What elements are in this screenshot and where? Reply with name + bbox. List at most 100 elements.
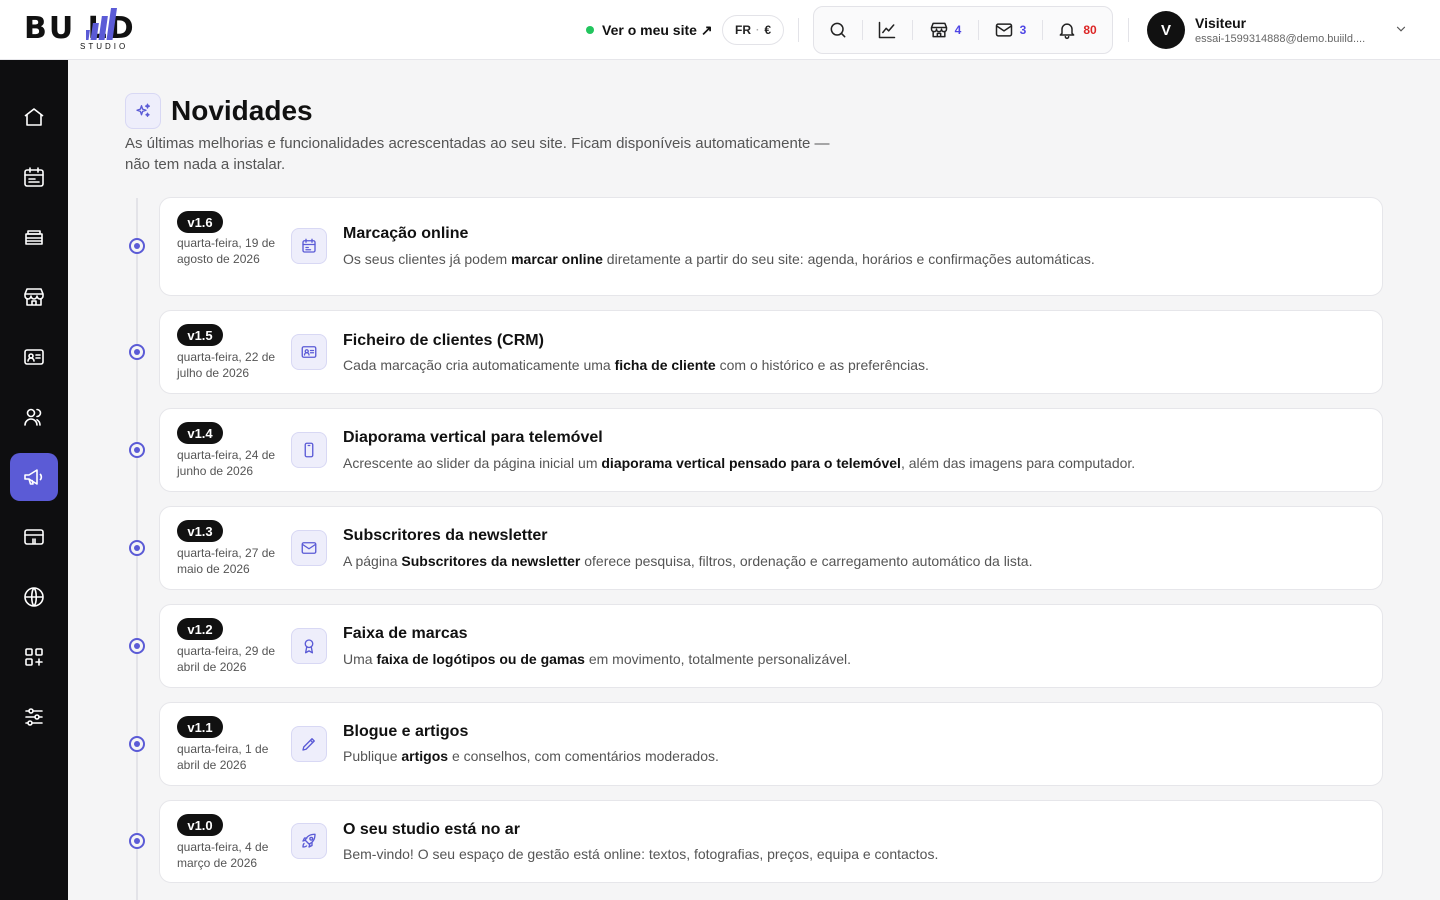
users-icon	[24, 408, 42, 426]
messages-button[interactable]: 3	[978, 6, 1042, 54]
release-description: Publique artigos e conselhos, com coment…	[343, 748, 719, 764]
id-card-icon	[24, 349, 44, 365]
release-date: quarta-feira, 4 de março de 2026	[177, 840, 269, 870]
pencil-icon	[302, 738, 315, 751]
apps-add-icon	[25, 648, 43, 666]
sidebar-item-calendar[interactable]	[10, 153, 58, 201]
desc-highlight: Subscritores da newsletter	[401, 553, 581, 569]
desc-text: Cada marcação cria automaticamente uma	[343, 357, 615, 373]
feature-icon-badge	[291, 228, 327, 264]
user-name: Visiteur	[1195, 15, 1247, 31]
avatar: V	[1147, 11, 1185, 49]
sidebar-item-store[interactable]	[10, 273, 58, 321]
stores-button[interactable]: 4	[912, 6, 978, 54]
release-card: v1.3 quarta-feira, 27 de maio de 2026 Su…	[159, 506, 1383, 590]
sidebar-item-team[interactable]	[10, 393, 58, 441]
award-icon	[304, 639, 314, 654]
user-menu[interactable]: V Visiteur essai-1599314888@demo.buiild.…	[1147, 11, 1365, 49]
desc-highlight: ficha de cliente	[614, 357, 716, 373]
calendar-icon	[302, 238, 316, 253]
release-description: Cada marcação cria automaticamente uma f…	[343, 357, 929, 373]
messages-count: 3	[1019, 23, 1027, 37]
desc-text: e conselhos, com comentários moderados.	[448, 748, 719, 764]
release-title: Blogue e artigos	[343, 723, 469, 740]
feature-icon-badge	[291, 530, 327, 566]
search-button[interactable]	[814, 6, 862, 54]
build-studio-logo[interactable]: BU LD STUDIO	[24, 8, 182, 52]
user-info: Visiteur essai-1599314888@demo.buiild...…	[1195, 15, 1365, 45]
sidebar-item-settings[interactable]	[10, 693, 58, 741]
view-site-label: Ver o meu site ↗	[602, 21, 713, 38]
desc-highlight: artigos	[401, 748, 449, 764]
desc-text: oferece pesquisa, filtros, ordenação e c…	[580, 553, 1033, 569]
release-title: Diaporama vertical para telemóvel	[343, 429, 603, 446]
sparkles-badge	[125, 93, 161, 129]
release-description: Acrescente ao slider da página inicial u…	[343, 455, 1135, 471]
store-icon	[930, 22, 947, 38]
view-site-link[interactable]: Ver o meu site ↗	[586, 20, 713, 40]
sidebar-item-apps[interactable]	[10, 633, 58, 681]
logo-subtitle: STUDIO	[80, 42, 129, 51]
desc-highlight: diaporama vertical pensado para o telemó…	[601, 455, 901, 471]
desc-text: em movimento, totalmente personalizável.	[584, 651, 852, 667]
version-badge: v1.4	[177, 422, 223, 444]
language-currency-selector[interactable]: FR · €	[722, 15, 784, 45]
timeline-dot	[129, 736, 145, 752]
store-icon	[24, 288, 44, 306]
sidebar	[0, 60, 68, 900]
desc-text: com o histórico e as preferências.	[715, 357, 929, 373]
release-title: O seu studio está no ar	[343, 821, 520, 838]
chart-line-icon	[878, 21, 896, 39]
chevron-down-icon[interactable]	[1394, 22, 1408, 36]
desc-text: Acrescente ao slider da página inicial u…	[343, 455, 602, 471]
release-description: Os seus clientes já podem marcar online …	[343, 251, 1095, 267]
desc-text: , além das imagens para computador.	[900, 455, 1136, 471]
tray-stack-icon	[25, 230, 43, 245]
feature-icon-badge	[291, 432, 327, 468]
top-bar: BU LD STUDIO Ver o meu site ↗ FR · € 4 3…	[0, 0, 1440, 60]
feature-icon-badge	[291, 726, 327, 762]
divider	[1128, 18, 1129, 42]
timeline-dot	[129, 344, 145, 360]
desc-text: A página	[343, 553, 402, 569]
timeline-dot	[129, 238, 145, 254]
release-date: quarta-feira, 27 de maio de 2026	[177, 546, 276, 576]
page-title: Novidades	[171, 95, 313, 126]
sidebar-item-home[interactable]	[10, 93, 58, 141]
desc-text: Uma	[343, 651, 377, 667]
logo-bars-icon	[86, 8, 117, 40]
id-card-icon	[301, 346, 317, 358]
sidebar-item-services[interactable]	[10, 213, 58, 261]
desc-highlight: marcar online	[511, 251, 603, 267]
desc-text: Bem-vindo! O seu espaço de gestão está o…	[343, 846, 939, 862]
sidebar-item-payments[interactable]	[10, 513, 58, 561]
mail-icon	[301, 542, 317, 554]
notifications-button[interactable]: 80	[1042, 6, 1112, 54]
sidebar-item-news[interactable]	[10, 453, 58, 501]
sidebar-item-contacts[interactable]	[10, 333, 58, 381]
toolbar-group: 4 3 80	[813, 6, 1113, 54]
version-badge: v1.6	[177, 211, 223, 233]
card-icon	[24, 529, 44, 545]
user-email: essai-1599314888@demo.buiild....	[1195, 33, 1366, 45]
timeline-dot	[129, 833, 145, 849]
mail-icon	[995, 23, 1012, 37]
home-icon	[24, 108, 44, 126]
release-card: v1.2 quarta-feira, 29 de abril de 2026 F…	[159, 604, 1383, 688]
release-title: Faixa de marcas	[343, 625, 468, 642]
sidebar-item-website[interactable]	[10, 573, 58, 621]
desc-highlight: faixa de logótipos ou de gamas	[376, 651, 585, 667]
stores-count: 4	[954, 23, 962, 37]
release-description: Bem-vindo! O seu espaço de gestão está o…	[343, 846, 938, 862]
timeline-dot	[129, 638, 145, 654]
desc-text: diretamente a partir do seu site: agenda…	[602, 251, 1095, 267]
version-badge: v1.5	[177, 324, 223, 346]
divider	[798, 18, 799, 42]
version-badge: v1.1	[177, 716, 223, 738]
version-badge: v1.2	[177, 618, 223, 640]
analytics-button[interactable]	[862, 6, 912, 54]
desc-text: Publique	[343, 748, 402, 764]
sparkles-icon	[136, 103, 151, 117]
desc-text: Os seus clientes já podem	[343, 251, 512, 267]
language-code: FR	[734, 23, 751, 37]
